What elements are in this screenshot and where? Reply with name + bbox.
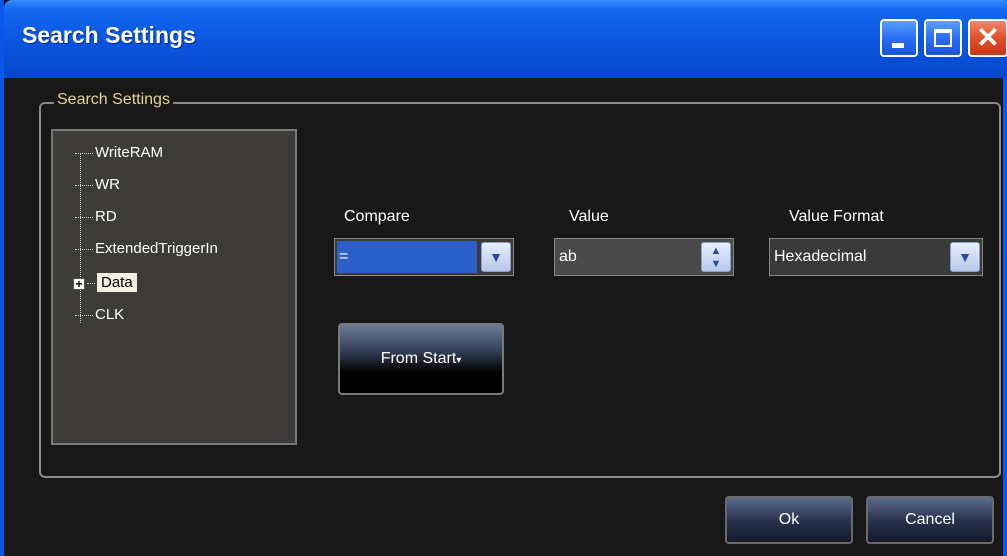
spinner-icon[interactable]: ▲ ▼ [701,242,731,272]
compare-dropdown[interactable]: = ▼ [334,238,514,276]
chevron-down-icon[interactable]: ▼ [481,242,511,272]
signal-tree[interactable]: WriteRAM WR RD ExtendedTriggerIn + Data … [51,129,297,445]
tree-dots [87,282,95,284]
window-title: Search Settings [22,22,196,48]
value-input[interactable]: ab [557,241,697,273]
tree-dots [75,314,93,316]
tree-item-rd[interactable]: RD [75,205,117,229]
tree-item-wr[interactable]: WR [75,173,120,197]
title-bar[interactable]: Search Settings ✕ [4,0,1007,78]
tree-item-data[interactable]: Data [87,271,137,295]
minimize-button[interactable] [880,19,918,57]
compare-label: Compare [344,208,410,225]
cancel-button[interactable]: Cancel [866,496,994,544]
maximize-icon [934,29,952,47]
tree-dots [75,248,93,250]
tree-item-writeram[interactable]: WriteRAM [75,141,163,165]
value-format-label: Value Format [789,208,884,225]
close-button[interactable]: ✕ [968,19,1007,57]
tree-dots [75,184,93,186]
value-format-dropdown[interactable]: Hexadecimal ▼ [769,238,983,276]
from-start-button[interactable]: From Start▾ [338,323,504,395]
from-start-label: From Start [380,350,457,367]
tree-dots [75,216,93,218]
compare-value: = [337,241,477,273]
tree-dots [75,152,93,154]
value-spinner[interactable]: ab ▲ ▼ [554,238,734,276]
close-icon: ✕ [976,22,1000,53]
value-label: Value [569,208,609,225]
chevron-down-icon[interactable]: ▼ [950,242,980,272]
tree-item-extendedtriggerin[interactable]: ExtendedTriggerIn [75,237,218,261]
tree-item-clk[interactable]: CLK [75,303,124,327]
minimize-icon [892,43,904,48]
value-format-value: Hexadecimal [772,241,946,273]
group-legend: Search Settings [54,91,173,109]
caret-down-icon: ▾ [456,355,462,366]
maximize-button[interactable] [924,19,962,57]
dialog-content: Search Settings WriteRAM WR RD ExtendedT… [4,78,1003,556]
tree-expander-plus-icon[interactable]: + [73,278,85,290]
ok-button[interactable]: Ok [725,496,853,544]
